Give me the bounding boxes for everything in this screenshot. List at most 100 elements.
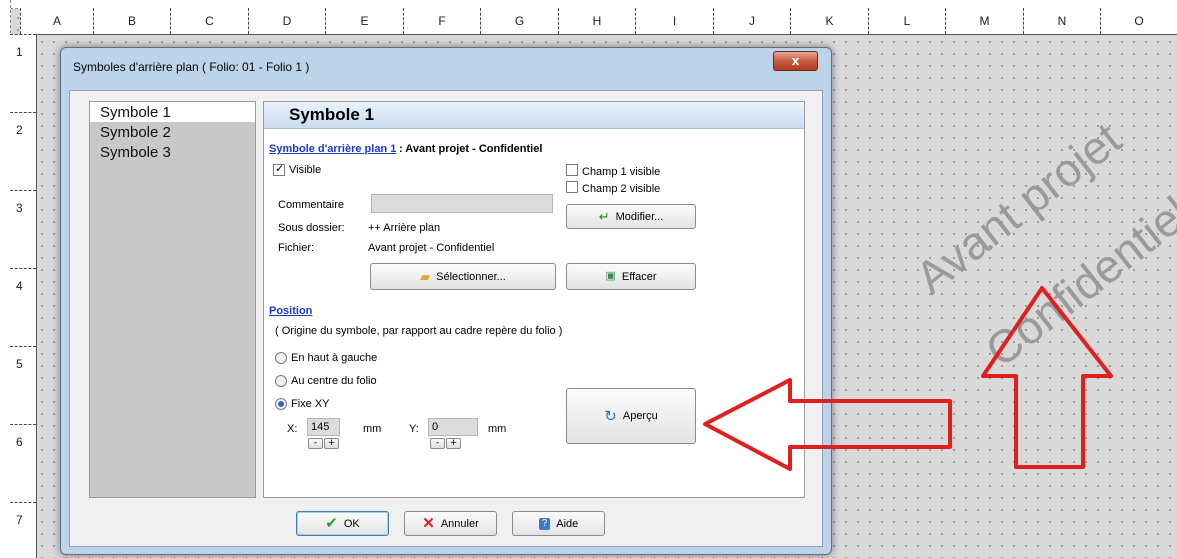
panel-header: Symbole 1 [264, 102, 804, 129]
commentaire-field[interactable] [371, 194, 553, 213]
aide-label: Aide [556, 517, 579, 530]
position-link[interactable]: Position [269, 305, 312, 317]
x-increment-button[interactable]: + [324, 438, 339, 449]
champ1-checkbox[interactable] [566, 164, 578, 176]
column-header: G [480, 8, 558, 34]
column-label: G [514, 14, 525, 28]
column-label: L [903, 14, 911, 28]
row-header: 5 [10, 346, 36, 424]
column-label: N [1057, 14, 1067, 28]
sous-dossier-value: ++ Arrière plan [368, 222, 441, 234]
modifier-label: Modifier... [615, 210, 664, 223]
column-label: K [825, 14, 834, 28]
column-header: J [713, 8, 790, 34]
column-header: C [170, 8, 248, 34]
radio-fixed-xy[interactable] [275, 398, 287, 410]
y-decrement-button[interactable]: - [430, 438, 445, 449]
column-label: J [749, 14, 755, 28]
folder-icon: ▰ [420, 269, 431, 284]
dialog-footer: ✔ OK ✕ Annuler ? Aide [69, 504, 823, 547]
x-decrement-button[interactable]: - [308, 438, 323, 449]
row-header: 6 [10, 424, 36, 502]
annuler-button[interactable]: ✕ Annuler [404, 511, 497, 536]
column-label: F [438, 14, 446, 28]
dialog-title: Symboles d'arrière plan ( Folio: 01 - Fo… [73, 60, 310, 74]
row-label: 2 [16, 123, 23, 137]
x-input[interactable]: 145 [307, 418, 340, 436]
column-header: O [1100, 8, 1177, 34]
symbol-name: : Avant projet - Confidentiel [399, 143, 543, 155]
column-ruler: A B C D E F G H I J K L M N O [20, 8, 1177, 35]
refresh-icon: ↻ [604, 407, 617, 425]
row-header: 3 [10, 190, 36, 268]
y-unit: mm [488, 423, 507, 435]
row-label: 7 [16, 513, 23, 527]
column-label: B [127, 14, 136, 28]
row-header: 1 [10, 34, 36, 112]
column-label: D [282, 14, 292, 28]
column-label: O [1134, 14, 1144, 28]
champ2-checkbox[interactable] [566, 181, 578, 193]
radio-top-left-label: En haut à gauche [291, 352, 378, 364]
close-icon: x [791, 54, 800, 68]
column-header: H [558, 8, 635, 34]
radio-center[interactable] [275, 375, 287, 387]
y-label: Y: [409, 423, 419, 435]
radio-fixed-xy-label: Fixe XY [291, 398, 330, 410]
row-ruler: 1 2 3 4 5 6 7 [10, 34, 37, 558]
column-label: E [360, 14, 369, 28]
close-button[interactable]: x [773, 51, 818, 71]
symbol-link[interactable]: Symbole d'arrière plan 1 [269, 143, 396, 155]
row-header: 2 [10, 112, 36, 190]
effacer-button[interactable]: ▣ Effacer [566, 263, 696, 290]
sous-dossier-label: Sous dossier: [278, 222, 345, 234]
champ2-label: Champ 2 visible [582, 183, 661, 195]
enter-arrow-icon: ↵ [598, 209, 610, 224]
column-header: N [1023, 8, 1100, 34]
row-label: 3 [16, 201, 23, 215]
selectionner-button[interactable]: ▰ Sélectionner... [370, 263, 556, 290]
column-label: H [592, 14, 602, 28]
row-label: 5 [16, 357, 23, 371]
radio-top-left[interactable] [275, 352, 287, 364]
column-header: E [325, 8, 403, 34]
y-input[interactable]: 0 [428, 418, 478, 436]
champ1-label: Champ 1 visible [582, 166, 661, 178]
column-label: M [979, 14, 990, 28]
symbol-list-item[interactable]: Symbole 3 [90, 142, 255, 162]
y-increment-button[interactable]: + [446, 438, 461, 449]
symbol-panel: Symbole 1 Symbole d'arrière plan 1 : Ava… [263, 101, 805, 498]
apercu-label: Aperçu [622, 410, 658, 422]
ok-button[interactable]: ✔ OK [296, 511, 389, 536]
column-label: C [205, 14, 214, 28]
effacer-label: Effacer [621, 270, 657, 283]
dialog-body: Symbole 1 Symbole 2 Symbole 3 Symbole 1 … [69, 90, 823, 505]
panel-title: Symbole 1 [289, 105, 375, 124]
modifier-button[interactable]: ↵ Modifier... [566, 204, 696, 229]
cancel-x-icon: ✕ [422, 515, 435, 532]
radio-center-label: Au centre du folio [291, 375, 377, 387]
checkmark-icon: ✔ [325, 515, 338, 532]
symbol-list-item[interactable]: Symbole 1 [90, 102, 255, 122]
row-header: 4 [10, 268, 36, 346]
aide-button[interactable]: ? Aide [512, 511, 605, 536]
symbol-list: Symbole 1 Symbole 2 Symbole 3 [89, 101, 256, 498]
selectionner-label: Sélectionner... [436, 270, 506, 283]
background-symbols-dialog: Symboles d'arrière plan ( Folio: 01 - Fo… [60, 47, 832, 555]
commentaire-label: Commentaire [278, 199, 345, 211]
column-label: I [672, 14, 677, 28]
row-label: 6 [16, 435, 23, 449]
visible-checkbox[interactable] [273, 162, 285, 176]
symbol-list-item[interactable]: Symbole 2 [90, 122, 255, 142]
row-label: 4 [16, 279, 23, 293]
ok-label: OK [343, 517, 360, 530]
row-header: 7 [10, 502, 36, 558]
dialog-titlebar[interactable]: Symboles d'arrière plan ( Folio: 01 - Fo… [61, 48, 831, 88]
position-hint: ( Origine du symbole, par rapport au cad… [275, 325, 563, 337]
column-header: L [868, 8, 945, 34]
column-header: I [635, 8, 713, 34]
fichier-value: Avant projet - Confidentiel [368, 242, 495, 254]
column-header: F [403, 8, 480, 34]
column-header: A [20, 8, 93, 34]
apercu-button[interactable]: ↻ Aperçu [566, 388, 696, 444]
